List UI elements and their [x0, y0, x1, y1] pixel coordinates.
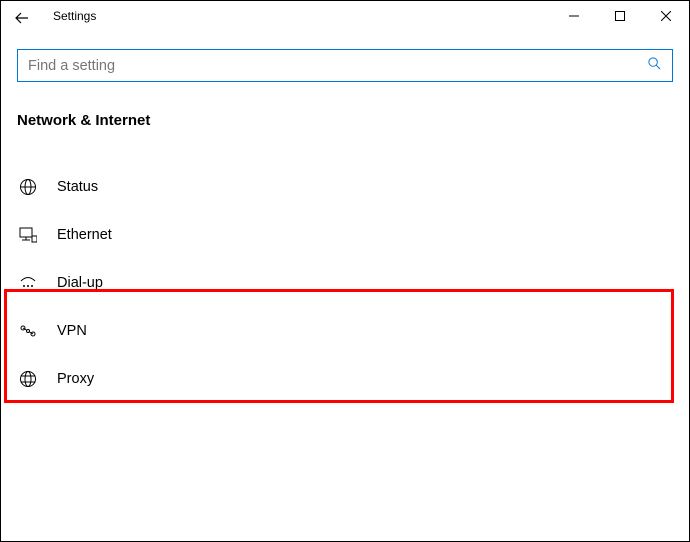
- ethernet-icon: [17, 226, 39, 244]
- window-title: Settings: [43, 1, 551, 23]
- maximize-button[interactable]: [597, 1, 643, 31]
- minimize-button[interactable]: [551, 1, 597, 31]
- close-icon: [661, 11, 671, 21]
- nav-item-status[interactable]: Status: [17, 163, 673, 211]
- nav-item-proxy[interactable]: Proxy: [17, 355, 673, 403]
- nav-list: Status Ethernet: [17, 163, 673, 403]
- close-button[interactable]: [643, 1, 689, 31]
- nav-label: Status: [57, 179, 98, 195]
- nav-label: VPN: [57, 323, 87, 339]
- maximize-icon: [615, 11, 625, 21]
- back-arrow-icon: [14, 10, 30, 26]
- dialup-icon: [17, 274, 39, 292]
- nav-label: Dial-up: [57, 275, 103, 291]
- vpn-icon: [17, 322, 39, 340]
- content-area: Network & Internet Status E: [1, 35, 689, 403]
- proxy-icon: [17, 370, 39, 388]
- nav-item-dialup[interactable]: Dial-up: [17, 259, 673, 307]
- search-input[interactable]: [28, 58, 647, 74]
- section-header: Network & Internet: [17, 112, 673, 129]
- nav-item-ethernet[interactable]: Ethernet: [17, 211, 673, 259]
- search-box[interactable]: [17, 49, 673, 82]
- window-controls: [551, 1, 689, 31]
- status-icon: [17, 178, 39, 196]
- titlebar: Settings: [1, 1, 689, 35]
- nav-label: Proxy: [57, 371, 94, 387]
- minimize-icon: [569, 11, 579, 21]
- nav-item-vpn[interactable]: VPN: [17, 307, 673, 355]
- search-icon: [647, 56, 662, 76]
- back-button[interactable]: [1, 1, 43, 35]
- nav-label: Ethernet: [57, 227, 112, 243]
